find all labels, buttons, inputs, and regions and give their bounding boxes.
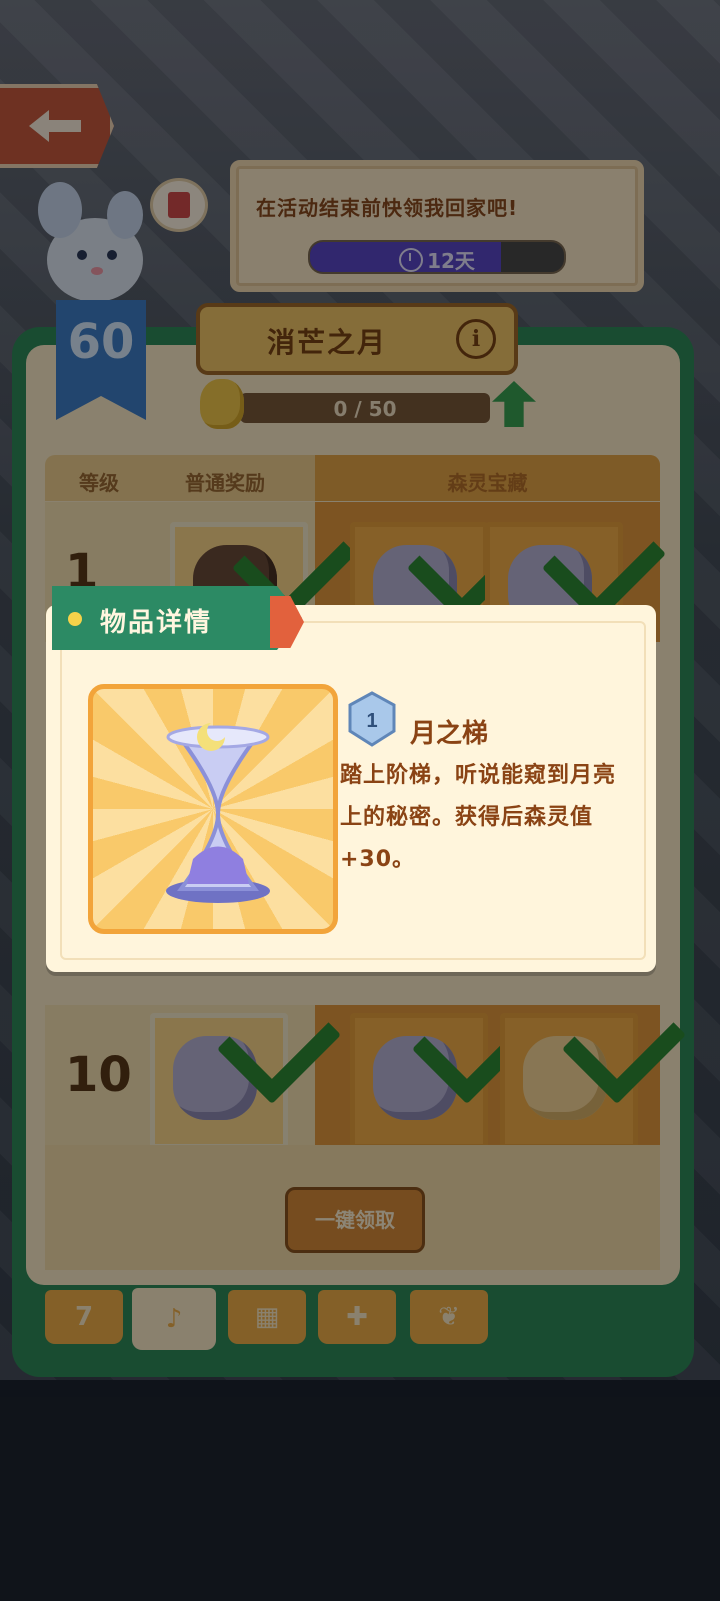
item-description: 踏上阶梯，听说能窥到月亮上的秘密。获得后森灵值+30。 bbox=[340, 763, 617, 872]
item-image-frame bbox=[88, 684, 338, 934]
grade-badge-icon: 1 bbox=[348, 691, 396, 747]
dot-icon bbox=[68, 612, 82, 626]
item-name: 月之梯 bbox=[410, 719, 489, 749]
modal-title: 物品详情 bbox=[100, 608, 213, 638]
hourglass-item-image bbox=[166, 723, 270, 903]
svg-text:1: 1 bbox=[366, 710, 377, 732]
